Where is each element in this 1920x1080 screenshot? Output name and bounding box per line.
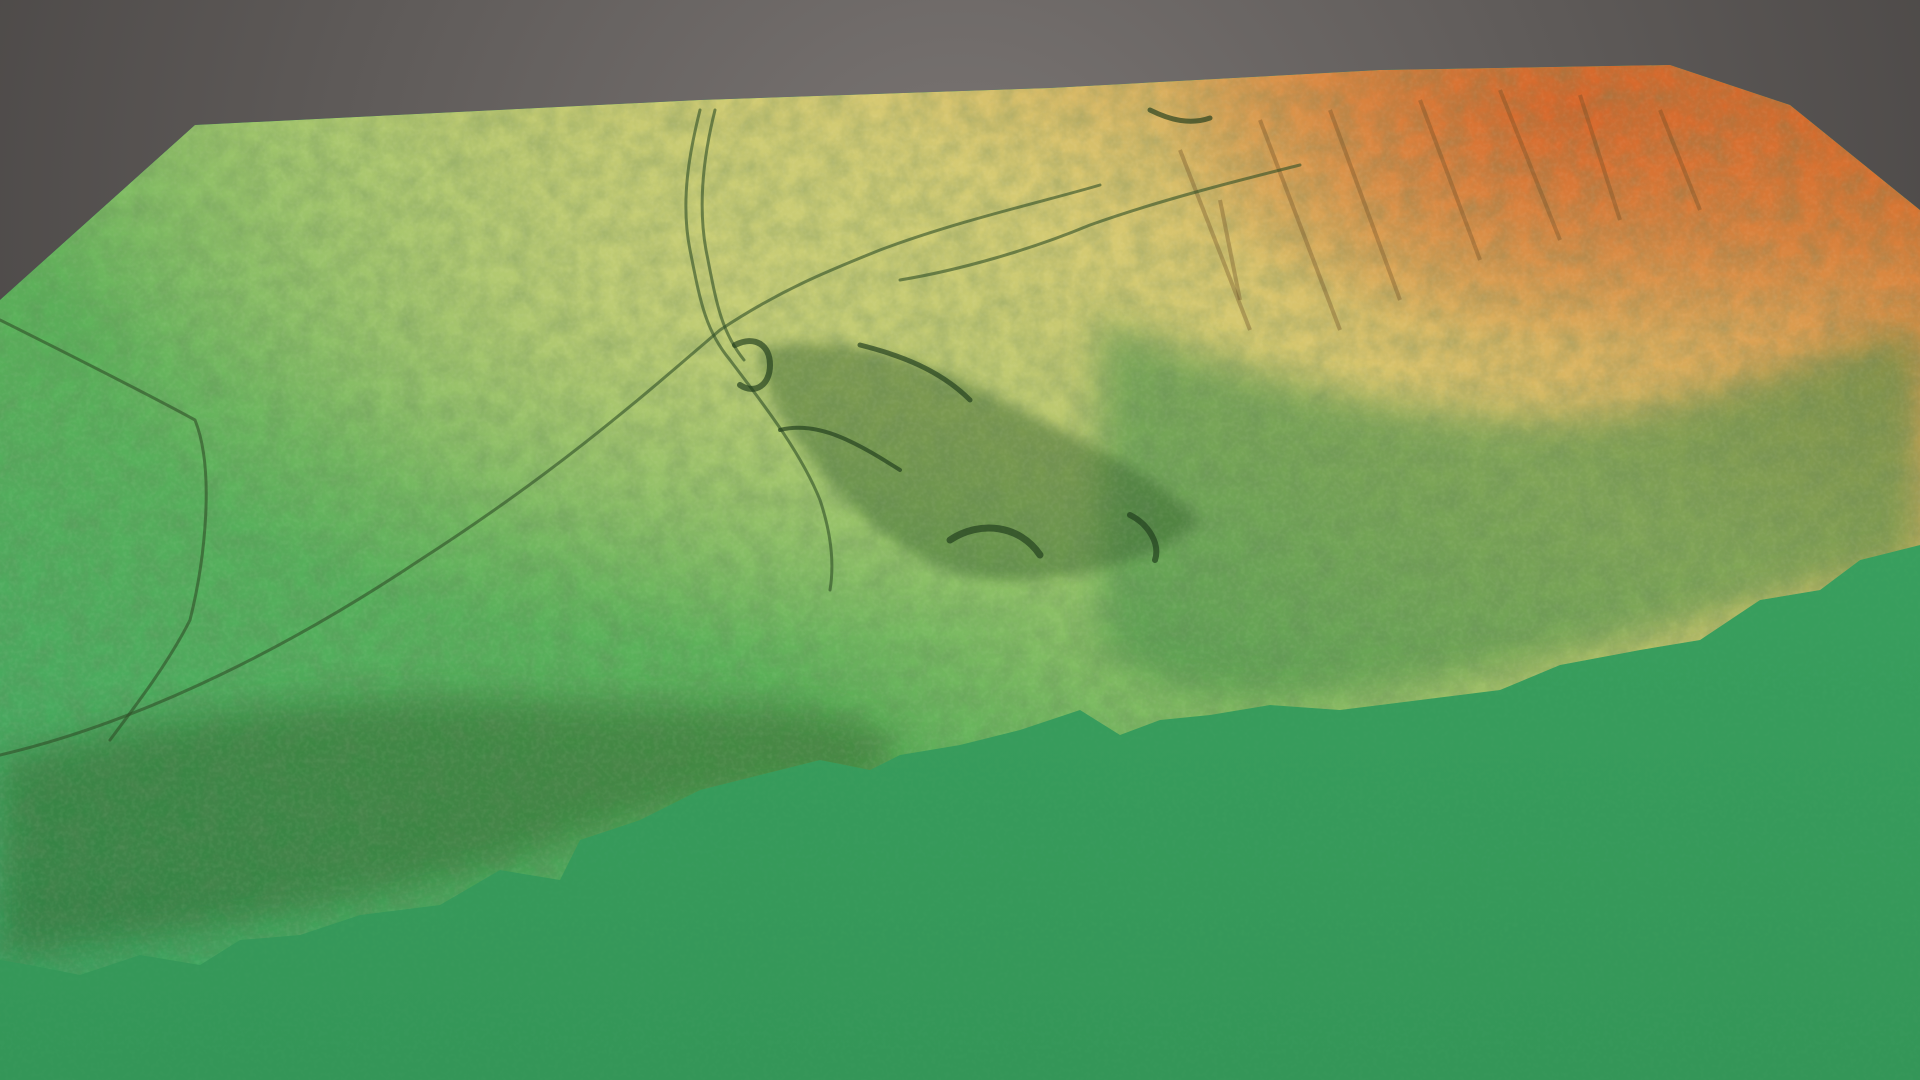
terrain-render[interactable] <box>0 0 1920 1080</box>
terrain-viewport[interactable] <box>0 0 1920 1080</box>
terrain-surface <box>0 65 1920 1080</box>
